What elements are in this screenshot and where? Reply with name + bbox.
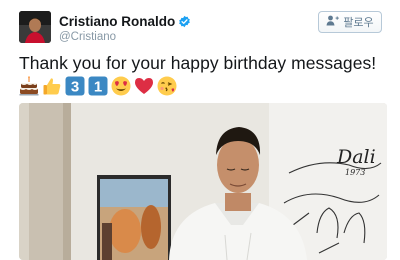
birthday-cake-icon	[19, 76, 39, 96]
user-handle[interactable]: @Cristiano	[59, 31, 116, 43]
follow-button[interactable]: 팔로우	[318, 11, 382, 33]
heart-eyes-face-icon	[111, 76, 131, 96]
tweet-text: Thank you for your happy birthday messag…	[19, 53, 377, 73]
red-heart-icon	[135, 78, 153, 94]
tweet-photo[interactable]: Dali 1973	[19, 103, 387, 260]
signature-year: 1973	[345, 168, 365, 177]
verified-badge-icon	[178, 15, 191, 31]
display-name[interactable]: Cristiano Ronaldo	[59, 14, 191, 31]
display-name-text: Cristiano Ronaldo	[59, 14, 176, 29]
add-user-icon	[326, 15, 340, 29]
follow-button-label: 팔로우	[343, 17, 374, 29]
face-blowing-kiss-icon	[157, 76, 177, 96]
profile-photo	[19, 11, 51, 43]
avatar[interactable]	[19, 11, 51, 43]
photo-image: Dali 1973	[19, 103, 387, 260]
keycap-3-digit: 3	[71, 79, 79, 96]
keycap-3-icon: 3	[65, 76, 85, 96]
thumbs-up-icon	[43, 78, 61, 95]
keycap-1-digit: 1	[94, 79, 102, 96]
signature-text: Dali	[336, 146, 376, 168]
keycap-1-icon: 1	[88, 76, 108, 96]
emoji-row: 3 1	[19, 75, 177, 97]
